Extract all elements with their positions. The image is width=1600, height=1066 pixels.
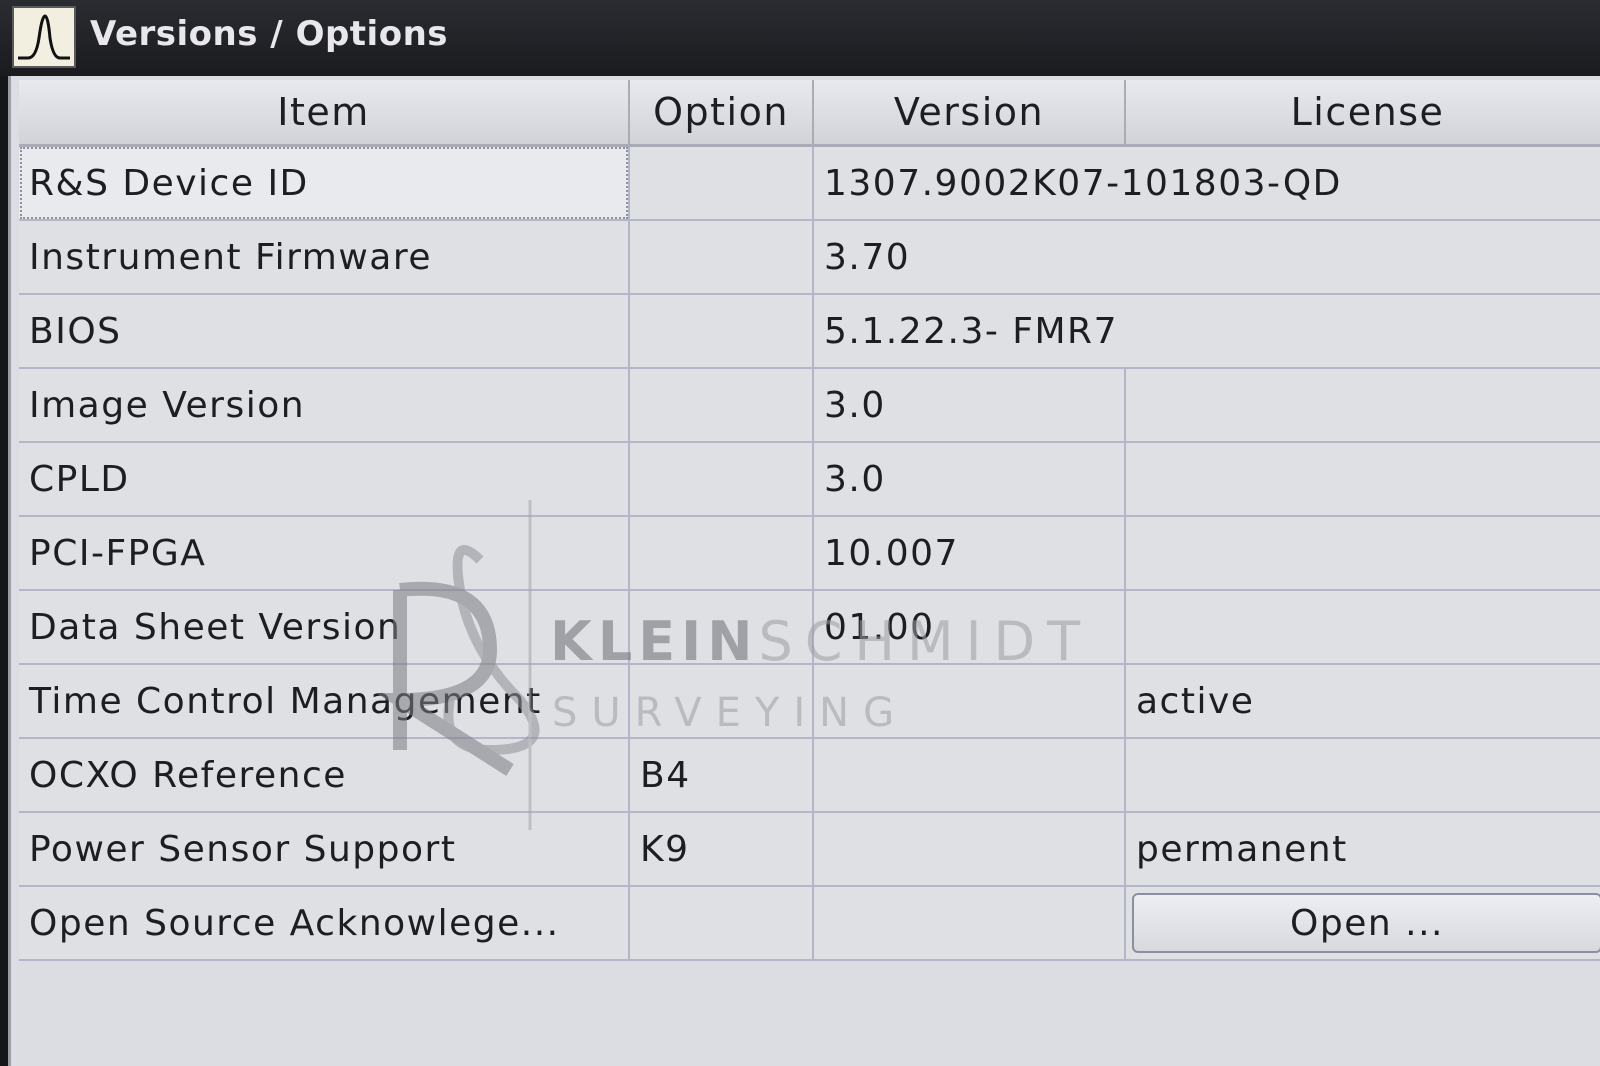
cell-item: Image Version — [19, 368, 630, 443]
cell-item: R&S Device ID — [19, 145, 630, 221]
table-row-instrument-firmware[interactable]: Instrument Firmware 3.70 — [19, 220, 1600, 295]
table-row-open-source-acknowledgement[interactable]: Open Source Acknowlege... Open ... — [19, 886, 1600, 961]
screen: Versions / Options Item Option Version L… — [0, 0, 1600, 1066]
cell-option — [629, 516, 814, 591]
spectrum-analyzer-icon — [12, 6, 76, 68]
cell-option — [629, 145, 814, 221]
open-button[interactable]: Open ... — [1132, 893, 1600, 953]
cell-option: B4 — [629, 738, 814, 813]
cell-option — [629, 294, 814, 369]
column-header-license[interactable]: License — [1125, 80, 1600, 147]
cell-option — [629, 442, 814, 517]
table-row-data-sheet-version[interactable]: Data Sheet Version 01.00 — [19, 590, 1600, 665]
cell-version: 01.00 — [813, 590, 1126, 665]
window-title: Versions / Options — [90, 14, 449, 54]
cell-license — [1125, 590, 1600, 665]
cell-option: K9 — [629, 812, 814, 887]
cell-license — [1125, 516, 1600, 591]
table-row-pci-fpga[interactable]: PCI-FPGA 10.007 — [19, 516, 1600, 591]
cell-item: OCXO Reference — [19, 738, 630, 813]
table-row-ocxo-reference[interactable]: OCXO Reference B4 — [19, 738, 1600, 813]
cell-item: Time Control Management — [19, 664, 630, 739]
cell-license — [1125, 738, 1600, 813]
cell-license — [1125, 442, 1600, 517]
table-row-time-control-management[interactable]: Time Control Management active — [19, 664, 1600, 739]
column-header-option[interactable]: Option — [629, 80, 814, 147]
table-row-cpld[interactable]: CPLD 3.0 — [19, 442, 1600, 517]
cell-item: Instrument Firmware — [19, 220, 630, 295]
cell-item: BIOS — [19, 294, 630, 369]
cell-version: 5.1.22.3- FMR7 — [813, 294, 1600, 369]
cell-version — [813, 886, 1126, 961]
cell-license: permanent — [1125, 812, 1600, 887]
table-row-image-version[interactable]: Image Version 3.0 — [19, 368, 1600, 443]
table-header-row: Item Option Version License — [19, 80, 1600, 147]
cell-option — [629, 590, 814, 665]
table-row-power-sensor-support[interactable]: Power Sensor Support K9 permanent — [19, 812, 1600, 887]
cell-version: 3.0 — [813, 442, 1126, 517]
cell-version: 10.007 — [813, 516, 1126, 591]
cell-item: Data Sheet Version — [19, 590, 630, 665]
versions-options-panel: Item Option Version License R&S Device I… — [8, 76, 1600, 1066]
cell-version — [813, 812, 1126, 887]
cell-option — [629, 886, 814, 961]
cell-item: PCI-FPGA — [19, 516, 630, 591]
cell-version: 3.70 — [813, 220, 1600, 295]
title-bar: Versions / Options — [0, 0, 1600, 76]
cell-license: active — [1125, 664, 1600, 739]
column-header-version[interactable]: Version — [813, 80, 1126, 147]
cell-item: Open Source Acknowlege... — [19, 886, 630, 961]
cell-option — [629, 368, 814, 443]
cell-license — [1125, 368, 1600, 443]
cell-version: 1307.9002K07-101803-QD — [813, 145, 1600, 221]
column-header-item[interactable]: Item — [19, 80, 630, 147]
cell-version — [813, 664, 1126, 739]
cell-option — [629, 664, 814, 739]
versions-table: Item Option Version License R&S Device I… — [19, 80, 1600, 961]
table-row-bios[interactable]: BIOS 5.1.22.3- FMR7 — [19, 294, 1600, 369]
cell-license: Open ... — [1125, 886, 1600, 961]
cell-option — [629, 220, 814, 295]
cell-version — [813, 738, 1126, 813]
cell-item: Power Sensor Support — [19, 812, 630, 887]
cell-version: 3.0 — [813, 368, 1126, 443]
cell-item: CPLD — [19, 442, 630, 517]
table-row-device-id[interactable]: R&S Device ID 1307.9002K07-101803-QD — [19, 145, 1600, 221]
